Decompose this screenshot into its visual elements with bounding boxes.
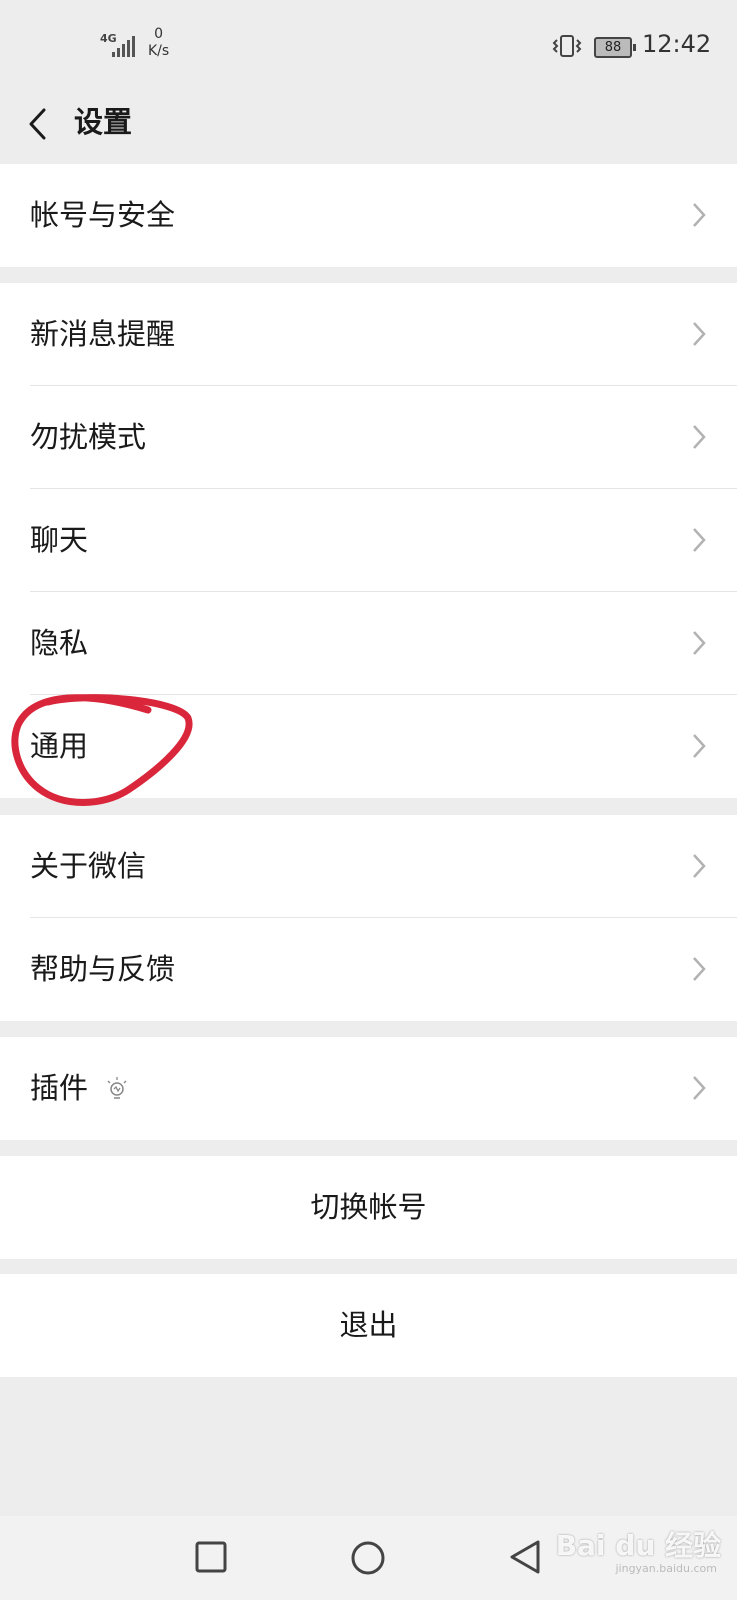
settings-item-label: 通用: [30, 729, 89, 763]
system-nav-bar: Bai du 经验 jingyan.baidu.com: [0, 1516, 737, 1600]
settings-item-label: 帐号与安全: [30, 198, 176, 232]
settings-item-label: 插件: [30, 1071, 89, 1105]
clock: 12:42: [642, 30, 712, 58]
settings-item-account-security[interactable]: 帐号与安全: [0, 164, 737, 267]
settings-item-do-not-disturb[interactable]: 勿扰模式: [0, 386, 737, 489]
back-arrow-icon[interactable]: [22, 102, 52, 146]
status-bar: 4G 0 K/s 88 12:42: [0, 0, 737, 92]
nav-header: 设置: [0, 92, 737, 164]
back-triangle-icon[interactable]: [508, 1538, 542, 1576]
chevron-right-icon: [693, 631, 706, 655]
network-speed: 0 K/s: [148, 26, 170, 59]
settings-item-notifications[interactable]: 新消息提醒: [0, 283, 737, 386]
settings-item-chat[interactable]: 聊天: [0, 489, 737, 592]
settings-item-label: 新消息提醒: [30, 317, 176, 351]
home-icon[interactable]: [350, 1540, 386, 1576]
settings-item-general[interactable]: 通用: [0, 695, 737, 798]
switch-account-button[interactable]: 切换帐号: [0, 1156, 737, 1259]
svg-text:4G: 4G: [100, 32, 117, 45]
chevron-right-icon: [693, 854, 706, 878]
settings-group-plugins: 插件: [0, 1037, 737, 1140]
logout-button[interactable]: 退出: [0, 1274, 737, 1377]
settings-group-about: 关于微信 帮助与反馈: [0, 815, 737, 1021]
recent-apps-icon[interactable]: [194, 1540, 228, 1574]
chevron-right-icon: [693, 528, 706, 552]
chevron-right-icon: [693, 322, 706, 346]
settings-group-main: 新消息提醒 勿扰模式 聊天 隐私 通用: [0, 283, 737, 798]
watermark-logo: Bai du 经验: [555, 1529, 721, 1562]
page-title: 设置: [74, 105, 133, 139]
settings-item-label: 隐私: [30, 626, 89, 660]
battery-indicator: 88: [594, 37, 636, 58]
settings-item-label: 帮助与反馈: [30, 952, 176, 986]
chevron-right-icon: [693, 957, 706, 981]
chevron-right-icon: [693, 734, 706, 758]
lightbulb-icon: [107, 1077, 127, 1099]
settings-item-label: 勿扰模式: [30, 420, 147, 454]
settings-item-label: 关于微信: [30, 849, 147, 883]
settings-item-label: 聊天: [30, 523, 89, 557]
chevron-right-icon: [693, 1076, 706, 1100]
settings-group-account: 帐号与安全: [0, 164, 737, 267]
settings-item-help-feedback[interactable]: 帮助与反馈: [0, 918, 737, 1021]
chevron-right-icon: [693, 425, 706, 449]
chevron-right-icon: [693, 203, 706, 227]
watermark-url: jingyan.baidu.com: [615, 1562, 717, 1575]
vibrate-icon: [552, 35, 582, 57]
settings-item-about-wechat[interactable]: 关于微信: [0, 815, 737, 918]
settings-item-privacy[interactable]: 隐私: [0, 592, 737, 695]
settings-item-plugins[interactable]: 插件: [0, 1037, 737, 1140]
signal-icon: 4G: [100, 32, 135, 57]
